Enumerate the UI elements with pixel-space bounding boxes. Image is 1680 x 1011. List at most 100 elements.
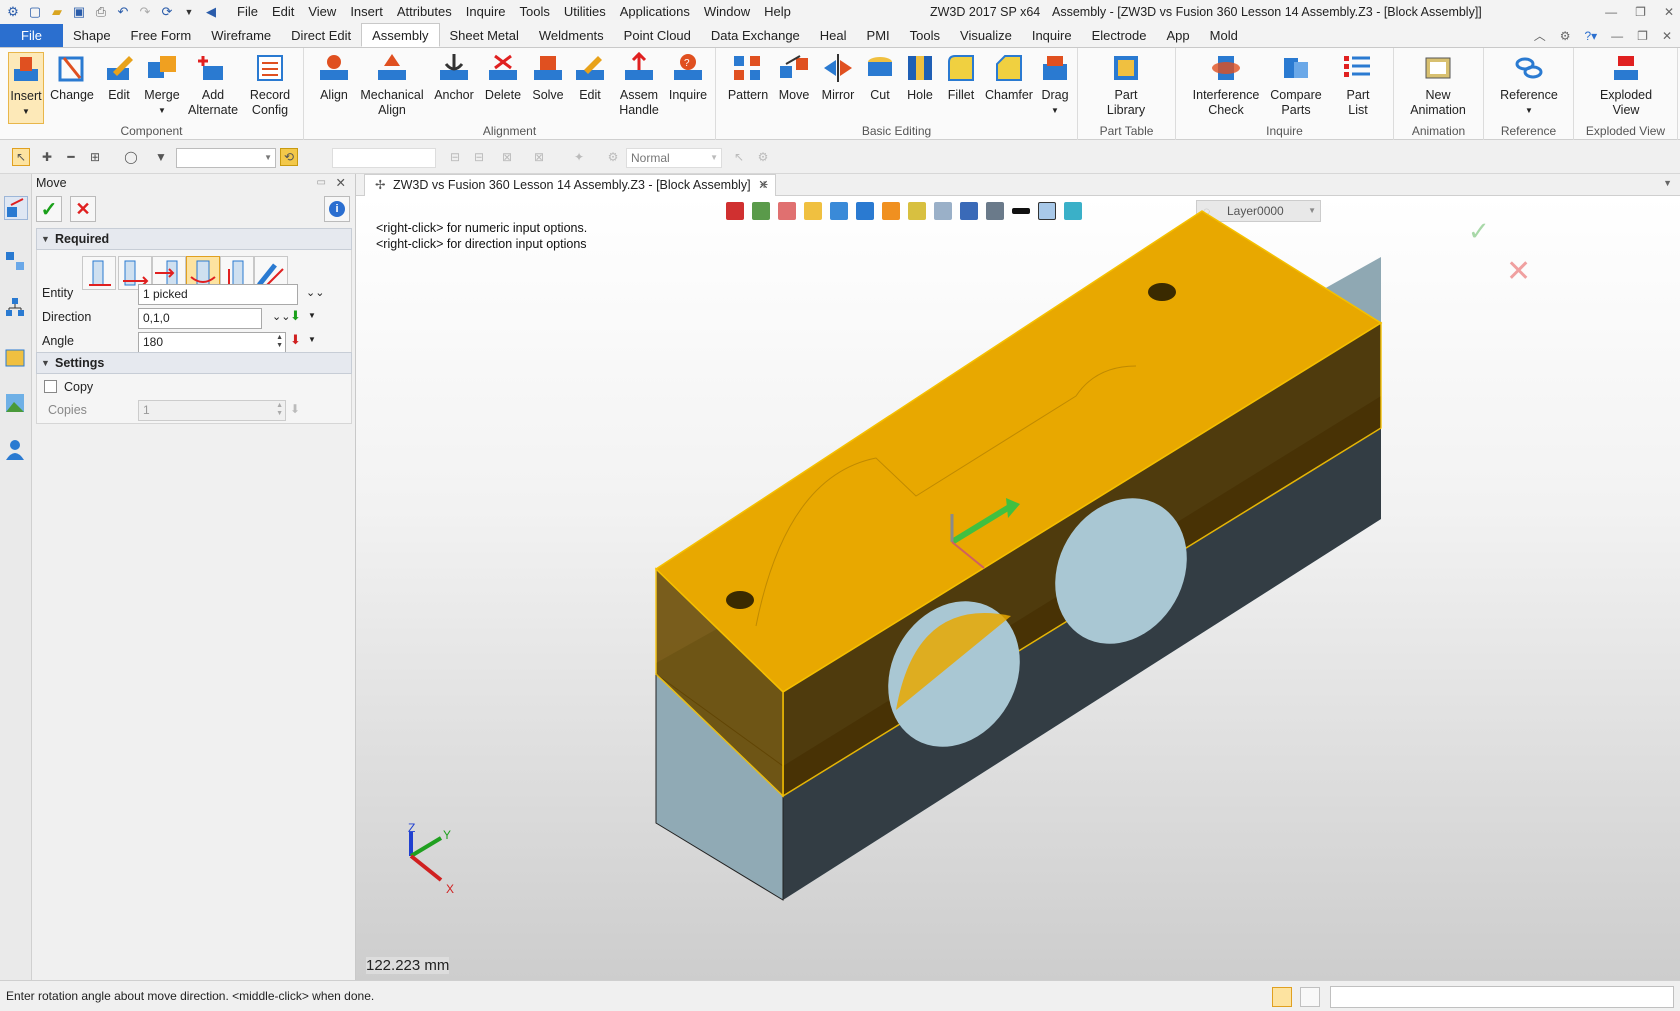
tab-assembly[interactable]: Assembly — [361, 23, 440, 47]
tab-list-icon[interactable]: ▼ — [1663, 178, 1672, 188]
edit-component-button[interactable]: Edit — [102, 52, 136, 103]
back-arrow-icon[interactable]: ◀ — [202, 3, 220, 21]
open-folder-icon[interactable]: ▰ — [48, 3, 66, 21]
merge-button[interactable]: Merge ▼ — [140, 52, 184, 118]
menu-tools[interactable]: Tools — [513, 0, 557, 24]
menu-applications[interactable]: Applications — [613, 0, 697, 24]
tab-heal[interactable]: Heal — [810, 24, 857, 47]
direction-field[interactable]: 0,1,0 — [138, 308, 262, 329]
cut-button[interactable]: Cut — [862, 52, 898, 103]
document-tab[interactable]: ✢ ZW3D vs Fusion 360 Lesson 14 Assembly.… — [364, 174, 776, 196]
pick-cursor-icon[interactable]: ↖ — [12, 148, 30, 166]
angle-dropdown-icon[interactable]: ▼ — [308, 335, 316, 344]
part-view-icon[interactable] — [4, 346, 28, 370]
doc-restore-icon[interactable]: ❐ — [1637, 24, 1648, 48]
angle-pick-icon[interactable]: ⬇ — [290, 332, 301, 348]
tab-app[interactable]: App — [1157, 24, 1200, 47]
tab-pmi[interactable]: PMI — [857, 24, 900, 47]
tab-electrode[interactable]: Electrode — [1082, 24, 1157, 47]
image-icon[interactable] — [4, 392, 28, 416]
new-tab-icon[interactable]: + — [760, 176, 768, 192]
collapse-ribbon-icon[interactable]: ︿ — [1534, 24, 1546, 48]
tab-point-cloud[interactable]: Point Cloud — [614, 24, 701, 47]
tab-direct-edit[interactable]: Direct Edit — [281, 24, 361, 47]
part-list-button[interactable]: Part List — [1336, 52, 1380, 118]
history-tree-icon[interactable] — [4, 296, 28, 320]
tab-shape[interactable]: Shape — [63, 24, 121, 47]
delete-constraint-button[interactable]: Delete — [482, 52, 524, 103]
remove-pick-icon[interactable]: ━ — [62, 148, 80, 166]
user-icon[interactable] — [4, 438, 28, 462]
info-button[interactable]: i — [324, 196, 350, 222]
menu-help[interactable]: Help — [757, 0, 798, 24]
refresh-icon[interactable]: ⟳ — [158, 3, 176, 21]
tab-sheet-metal[interactable]: Sheet Metal — [440, 24, 529, 47]
required-section-header[interactable]: Required — [36, 228, 352, 250]
pick-filter-icon[interactable]: ⊞ — [86, 148, 104, 166]
graphics-viewport[interactable]: <right-click> for numeric input options.… — [356, 196, 1680, 980]
settings-gear-icon[interactable]: ⚙ — [1560, 24, 1571, 48]
align-button[interactable]: Align — [312, 52, 356, 103]
menu-inquire[interactable]: Inquire — [459, 0, 513, 24]
interference-check-button[interactable]: Interference Check — [1193, 52, 1259, 118]
settings-section-header[interactable]: Settings — [36, 352, 352, 374]
direction-pick-icon[interactable]: ⬇ — [290, 308, 301, 324]
angle-field[interactable]: 180 ▲ ▼ — [138, 332, 286, 353]
copy-checkbox[interactable] — [44, 380, 57, 393]
tab-inquire[interactable]: Inquire — [1022, 24, 1082, 47]
app-logo-icon[interactable]: ⚙ — [4, 3, 22, 21]
move-dynamic-icon[interactable] — [82, 256, 116, 290]
record-config-button[interactable]: Record Config — [244, 52, 296, 118]
ok-check-button[interactable]: ✓ — [36, 196, 62, 222]
tab-data-exchange[interactable]: Data Exchange — [701, 24, 810, 47]
save-icon[interactable]: ▣ — [70, 3, 88, 21]
tab-weldments[interactable]: Weldments — [529, 24, 614, 47]
add-pick-icon[interactable]: ✚ — [38, 148, 56, 166]
menu-insert[interactable]: Insert — [343, 0, 390, 24]
insert-button[interactable]: Insert ▼ — [8, 52, 44, 124]
change-button[interactable]: Change — [50, 52, 94, 103]
tab-mold[interactable]: Mold — [1200, 24, 1248, 47]
edit-constraint-button[interactable]: Edit — [570, 52, 610, 103]
doc-close-icon[interactable]: ✕ — [1662, 24, 1672, 48]
entity-field[interactable]: 1 picked — [138, 284, 298, 305]
print-icon[interactable]: ⎙ — [92, 3, 110, 21]
direction-dropdown-icon[interactable]: ▼ — [308, 311, 316, 320]
compare-parts-button[interactable]: Compare Parts — [1268, 52, 1324, 118]
solve-button[interactable]: Solve — [528, 52, 568, 103]
tab-free-form[interactable]: Free Form — [121, 24, 202, 47]
status-toggle-icon-1[interactable] — [1272, 987, 1292, 1007]
part-library-button[interactable]: Part Library — [1098, 52, 1154, 118]
undo-icon[interactable]: ↶ — [114, 3, 132, 21]
drag-button[interactable]: Drag ▼ — [1036, 52, 1074, 118]
tab-file[interactable]: File — [0, 24, 63, 47]
redo-icon[interactable]: ↷ — [136, 3, 154, 21]
menu-attributes[interactable]: Attributes — [390, 0, 459, 24]
restore-icon[interactable]: ❐ — [1635, 0, 1646, 24]
inquire-alignment-button[interactable]: ? Inquire — [664, 52, 712, 103]
tab-tools[interactable]: Tools — [900, 24, 950, 47]
cancel-x-button[interactable]: ✕ — [70, 196, 96, 222]
assembly-manager-icon[interactable] — [4, 250, 28, 274]
entity-expand-icon[interactable]: ⌄⌄ — [306, 286, 324, 299]
doc-minimize-icon[interactable]: — — [1611, 24, 1623, 48]
menu-window[interactable]: Window — [697, 0, 757, 24]
add-alternate-button[interactable]: Add Alternate — [188, 52, 238, 118]
anchor-button[interactable]: Anchor — [430, 52, 478, 103]
panel-close-icon[interactable]: ✕ — [336, 174, 346, 192]
new-animation-button[interactable]: New Animation — [1402, 52, 1474, 118]
mirror-button[interactable]: Mirror — [818, 52, 858, 103]
menu-utilities[interactable]: Utilities — [557, 0, 613, 24]
chamfer-button[interactable]: Chamfer — [984, 52, 1034, 103]
render-mode-combo[interactable]: Normal ▼ — [626, 148, 722, 168]
menu-view[interactable]: View — [301, 0, 343, 24]
menu-file[interactable]: File — [230, 0, 265, 24]
smart-pick-icon[interactable]: ⟲ — [280, 148, 298, 166]
fillet-button[interactable]: Fillet — [942, 52, 980, 103]
command-input[interactable] — [1330, 986, 1674, 1008]
mechanical-align-button[interactable]: Mechanical Align — [358, 52, 426, 118]
tab-visualize[interactable]: Visualize — [950, 24, 1022, 47]
pattern-button[interactable]: Pattern — [726, 52, 770, 103]
filter-combo[interactable]: ▼ — [176, 148, 276, 168]
assem-handle-button[interactable]: Assem Handle — [614, 51, 664, 118]
